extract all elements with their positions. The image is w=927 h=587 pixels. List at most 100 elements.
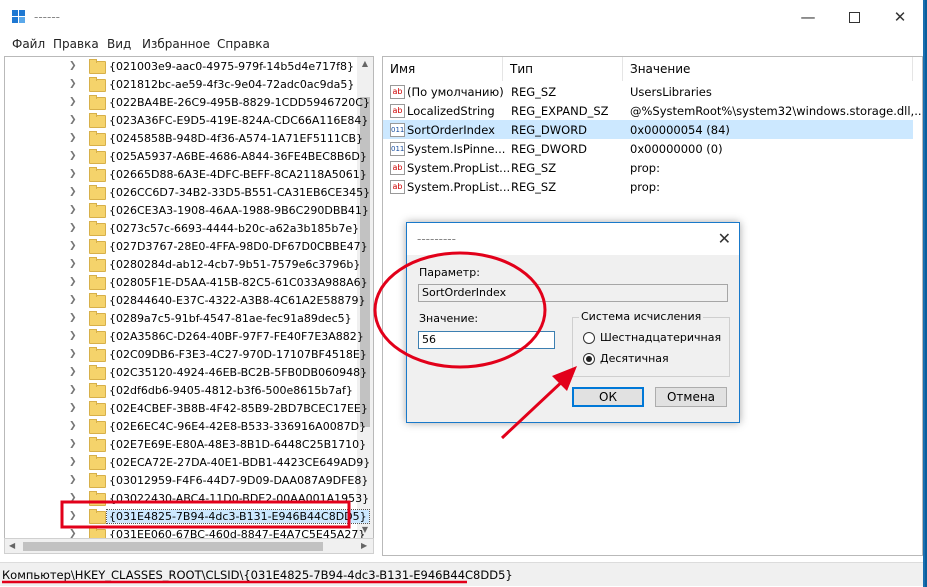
tree-item-label: {025A5937-A6BE-4686-A844-36FE4BEC8B6D} bbox=[109, 150, 367, 163]
folder-icon bbox=[89, 95, 106, 110]
tree-item[interactable]: ❯ {0273c57c-6693-4444-b20c-a62a3b185b7e} bbox=[5, 220, 359, 238]
ok-button[interactable]: ОК bbox=[572, 387, 644, 407]
tree-item[interactable]: ❯ {025A5937-A6BE-4686-A844-36FE4BEC8B6D} bbox=[5, 148, 367, 166]
tree-item[interactable]: ❯ {02805F1E-D5AA-415B-82C5-61C033A988A6} bbox=[5, 274, 368, 292]
column-header-value[interactable]: Значение bbox=[623, 57, 913, 81]
tree-item[interactable]: ❯ {02C35120-4924-46EB-BC2B-5FB0DB060948} bbox=[5, 364, 367, 382]
tree-item[interactable]: ❯ {023A36FC-E9D5-419E-824A-CDC66A116E84} bbox=[5, 112, 368, 130]
value-row[interactable]: ab (По умолчанию) REG_SZ UsersLibraries bbox=[383, 82, 913, 101]
cancel-button[interactable]: Отмена bbox=[655, 387, 727, 407]
chevron-right-icon[interactable]: ❯ bbox=[69, 151, 77, 161]
tree-item[interactable]: ❯ {02A3586C-D264-40BF-97F7-FE40F7E3A882} bbox=[5, 328, 364, 346]
chevron-right-icon[interactable]: ❯ bbox=[69, 223, 77, 233]
value-row[interactable]: ab LocalizedString REG_EXPAND_SZ @%SystemRo… bbox=[383, 101, 922, 120]
chevron-right-icon[interactable]: ❯ bbox=[69, 511, 77, 521]
value-row[interactable]: 011 SortOrderIndex REG_DWORD 0x00000054 (84… bbox=[383, 120, 913, 139]
chevron-right-icon[interactable]: ❯ bbox=[69, 457, 77, 467]
close-button[interactable]: ✕ bbox=[877, 0, 923, 34]
tree-item[interactable]: ❯ {026CC6D7-34B2-33D5-B551-CA31EB6CE345} bbox=[5, 184, 370, 202]
chevron-right-icon[interactable]: ❯ bbox=[69, 277, 77, 287]
folder-icon bbox=[89, 149, 106, 164]
chevron-right-icon[interactable]: ❯ bbox=[69, 385, 77, 395]
chevron-right-icon[interactable]: ❯ bbox=[69, 367, 77, 377]
chevron-right-icon[interactable]: ❯ bbox=[69, 259, 77, 269]
tree-item-label: {03012959-F4F6-44D7-9D09-DAA087A9DFE8} bbox=[109, 474, 369, 487]
chevron-right-icon[interactable]: ❯ bbox=[69, 187, 77, 197]
minimize-button[interactable]: — bbox=[785, 0, 831, 34]
value-type: REG_DWORD bbox=[511, 142, 588, 156]
value-data: prop: bbox=[630, 161, 660, 175]
menu-favorites[interactable]: Избранное bbox=[142, 37, 210, 51]
tree-item[interactable]: ❯ {026CE3A3-1908-46AA-1988-9B6C290DBB41} bbox=[5, 202, 369, 220]
chevron-right-icon[interactable]: ❯ bbox=[69, 61, 77, 71]
maximize-button[interactable] bbox=[831, 0, 877, 34]
hex-radio[interactable] bbox=[583, 332, 595, 344]
hex-radio-label[interactable]: Шестнадцатеричная bbox=[600, 331, 721, 344]
column-header-type[interactable]: Тип bbox=[503, 57, 623, 81]
chevron-right-icon[interactable]: ❯ bbox=[69, 133, 77, 143]
tree-item[interactable]: ❯ {0289a7c5-91bf-4547-81ae-fec91a89dec5} bbox=[5, 310, 357, 328]
value-type: REG_SZ bbox=[511, 161, 557, 175]
dec-radio-label[interactable]: Десятичная bbox=[600, 352, 669, 365]
tree-item[interactable]: ❯ {02C09DB6-F3E3-4C27-970D-17107BF4518E} bbox=[5, 346, 367, 364]
scroll-left-icon[interactable]: ◀ bbox=[9, 541, 15, 550]
chevron-right-icon[interactable]: ❯ bbox=[69, 295, 77, 305]
tree-item-label: {022BA4BE-26C9-495B-8829-1CDD5946720C} bbox=[109, 96, 370, 109]
chevron-right-icon[interactable]: ❯ bbox=[69, 79, 77, 89]
value-input[interactable]: 56 bbox=[418, 331, 555, 349]
tree-item[interactable]: ❯ {021812bc-ae59-4f3c-9e04-72adc0ac9da5} bbox=[5, 76, 357, 94]
value-row[interactable]: ab System.PropList... REG_SZ prop: bbox=[383, 158, 913, 177]
chevron-right-icon[interactable]: ❯ bbox=[69, 313, 77, 323]
tree-item[interactable]: ❯ {0280284d-ab12-4cb7-9b51-7579e6c3796b} bbox=[5, 256, 360, 274]
reg-binary-icon: 011 bbox=[390, 142, 405, 156]
regedit-app-icon bbox=[12, 10, 25, 23]
chevron-right-icon[interactable]: ❯ bbox=[69, 403, 77, 413]
menu-edit[interactable]: Правка bbox=[53, 37, 99, 51]
tree-hscroll-thumb[interactable] bbox=[23, 542, 323, 551]
tree-item[interactable]: ❯ {02E7E69E-E80A-48E3-8B1D-6448C25B1710} bbox=[5, 436, 366, 454]
tree-item[interactable]: ❯ {031E4825-7B94-4dc3-B131-E946B44C8DD5} bbox=[5, 508, 370, 526]
tree-item[interactable]: ❯ {02665D88-6A3E-4DFC-BEFF-8CA2118A5061} bbox=[5, 166, 367, 184]
status-path: Компьютер\HKEY_CLASSES_ROOT\CLSID\{031E4… bbox=[2, 568, 513, 582]
tree-item[interactable]: ❯ {02E6EC4C-96E4-42E8-B533-336916A0087D} bbox=[5, 418, 366, 436]
chevron-right-icon[interactable]: ❯ bbox=[69, 241, 77, 251]
chevron-right-icon[interactable]: ❯ bbox=[69, 205, 77, 215]
chevron-right-icon[interactable]: ❯ bbox=[69, 475, 77, 485]
tree-item[interactable]: ❯ {03012959-F4F6-44D7-9D09-DAA087A9DFE8} bbox=[5, 472, 368, 490]
value-name: System.PropList... bbox=[407, 161, 511, 175]
menu-help[interactable]: Справка bbox=[217, 37, 270, 51]
registry-key-tree[interactable]: ▲ ▼ ❯ {021003e9-aac0-4975-979f-14b5d4e717… bbox=[4, 56, 374, 540]
menu-view[interactable]: Вид bbox=[107, 37, 131, 51]
value-row[interactable]: 011 System.IsPinne... REG_DWORD 0x00000000 … bbox=[383, 139, 913, 158]
scroll-right-icon[interactable]: ▶ bbox=[361, 541, 367, 550]
chevron-right-icon[interactable]: ❯ bbox=[69, 349, 77, 359]
chevron-right-icon[interactable]: ❯ bbox=[69, 331, 77, 341]
menu-file[interactable]: Файл bbox=[12, 37, 45, 51]
chevron-right-icon[interactable]: ❯ bbox=[69, 493, 77, 503]
tree-item[interactable]: ❯ {0245858B-948D-4f36-A574-1A71EF5111CB} bbox=[5, 130, 363, 148]
tree-horizontal-scrollbar[interactable]: ◀ ▶ bbox=[4, 538, 374, 554]
tree-item-label: {026CE3A3-1908-46AA-1988-9B6C290DBB41} bbox=[109, 204, 369, 217]
chevron-right-icon[interactable]: ❯ bbox=[69, 421, 77, 431]
scroll-up-icon[interactable]: ▲ bbox=[357, 59, 373, 68]
tree-item[interactable]: ❯ {02df6db6-9405-4812-b3f6-500e8615b7af} bbox=[5, 382, 357, 400]
folder-icon bbox=[89, 275, 106, 290]
tree-item[interactable]: ❯ {02844640-E37C-4322-A3B8-4C61A2E58879} bbox=[5, 292, 365, 310]
value-row[interactable]: ab System.PropList... REG_SZ prop: bbox=[383, 177, 913, 196]
dialog-close-icon[interactable]: ✕ bbox=[718, 229, 731, 248]
chevron-right-icon[interactable]: ❯ bbox=[69, 169, 77, 179]
status-bar: Компьютер\HKEY_CLASSES_ROOT\CLSID\{031E4… bbox=[0, 562, 923, 586]
tree-item[interactable]: ❯ {027D3767-28E0-4FFA-98D0-DF67D0CBBE47} bbox=[5, 238, 368, 256]
chevron-right-icon[interactable]: ❯ bbox=[69, 115, 77, 125]
chevron-right-icon[interactable]: ❯ bbox=[69, 439, 77, 449]
dialog-title-bar: --------- ✕ bbox=[407, 223, 739, 255]
tree-item[interactable]: ❯ {02E4CBEF-3B8B-4F42-85B9-2BD7BCEC17EE} bbox=[5, 400, 368, 418]
tree-item[interactable]: ❯ {022BA4BE-26C9-495B-8829-1CDD5946720C} bbox=[5, 94, 370, 112]
column-header-name[interactable]: Имя bbox=[383, 57, 503, 81]
value-name: SortOrderIndex bbox=[407, 123, 495, 137]
tree-item[interactable]: ❯ {021003e9-aac0-4975-979f-14b5d4e717f8} bbox=[5, 58, 357, 76]
dec-radio[interactable] bbox=[583, 353, 595, 365]
tree-item[interactable]: ❯ {03022430-ABC4-11D0-BDE2-00AA001A1953} bbox=[5, 490, 369, 508]
chevron-right-icon[interactable]: ❯ bbox=[69, 97, 77, 107]
tree-item[interactable]: ❯ {02ECA72E-27DA-40E1-BDB1-4423CE649AD9} bbox=[5, 454, 370, 472]
